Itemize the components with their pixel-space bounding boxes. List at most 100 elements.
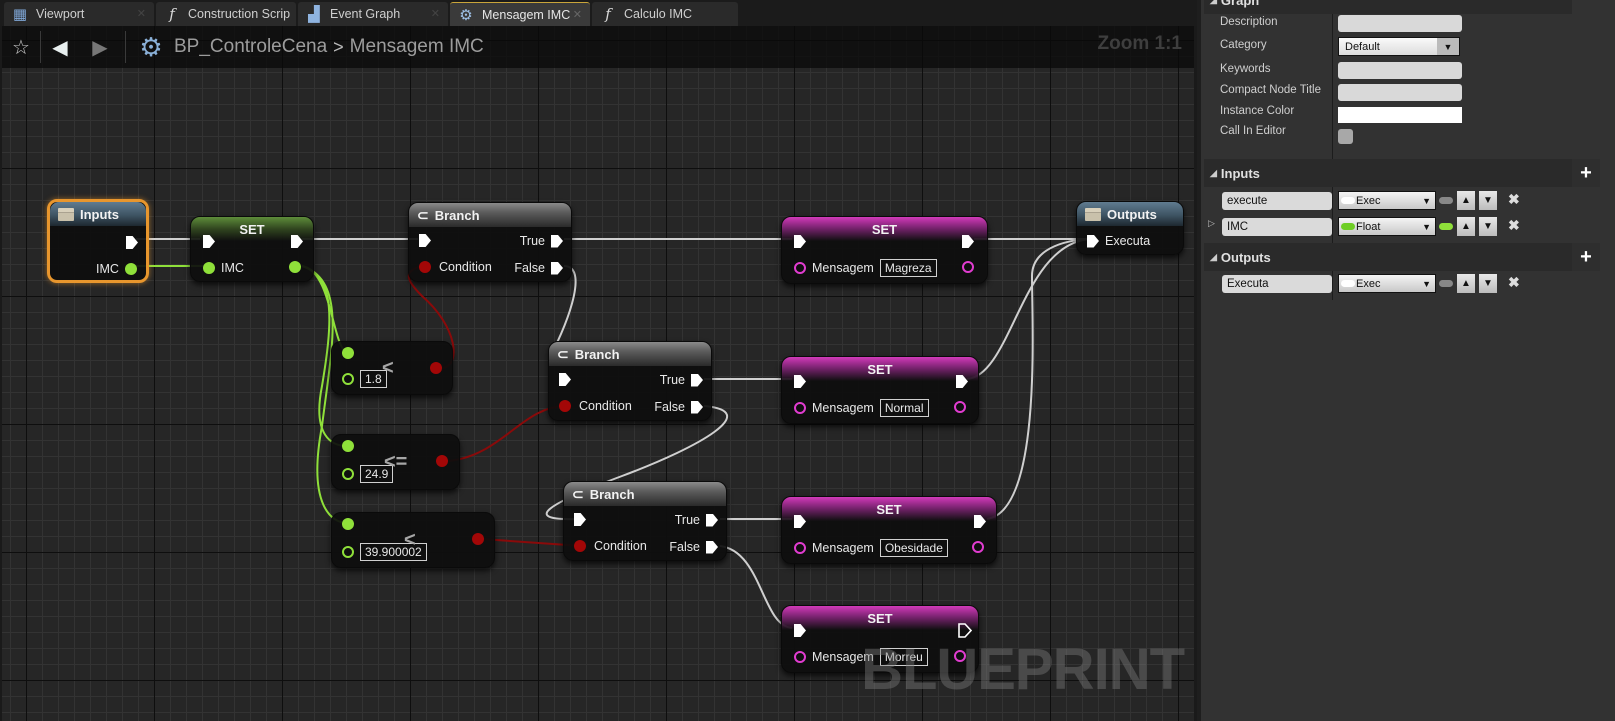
less-equal-node[interactable]: 24.9 <= xyxy=(331,434,460,490)
imc-in-pin[interactable]: IMC xyxy=(203,261,244,275)
back-arrow-icon[interactable]: ◀ xyxy=(45,32,75,62)
keywords-input[interactable] xyxy=(1338,62,1462,79)
condition-pin[interactable]: Condition xyxy=(559,399,632,413)
value-field[interactable]: Magreza xyxy=(879,259,937,277)
false-pin[interactable]: False xyxy=(514,261,563,275)
branch-node-1[interactable]: ⊂ Branch Condition True False xyxy=(408,202,572,282)
compact-node-title-input[interactable] xyxy=(1338,84,1462,101)
category-dropdown[interactable]: Default ▼ xyxy=(1338,37,1460,56)
result-pin[interactable] xyxy=(472,533,484,545)
description-input[interactable] xyxy=(1338,15,1462,32)
call-in-editor-checkbox[interactable] xyxy=(1338,129,1353,144)
result-pin[interactable] xyxy=(436,455,448,467)
mensagem-in-pin[interactable]: Mensagem Magreza xyxy=(794,259,937,277)
inputs-section-header[interactable]: ◢ Inputs xyxy=(1204,159,1572,187)
close-icon[interactable]: ✕ xyxy=(137,7,146,20)
graph-canvas[interactable]: ☆ ◀ ▶ ⚙ BP_ControleCena > Mensagem IMC Z… xyxy=(2,26,1194,721)
exec-out-pin[interactable] xyxy=(962,235,974,248)
close-icon[interactable]: ✕ xyxy=(431,7,440,20)
b-in-pin[interactable]: 1.8 xyxy=(342,370,387,388)
branch-node-2[interactable]: ⊂ Branch Condition True False xyxy=(548,341,712,421)
instance-color-swatch[interactable] xyxy=(1338,107,1462,123)
mensagem-in-pin[interactable]: Mensagem Normal xyxy=(794,399,929,417)
remove-input-button[interactable]: ✖ xyxy=(1508,217,1520,234)
false-pin[interactable]: False xyxy=(654,400,703,414)
set-mensagem-morreu-node[interactable]: SET Mensagem Morreu xyxy=(781,605,979,673)
value-field[interactable]: 39.900002 xyxy=(360,543,427,561)
mensagem-out-pin[interactable] xyxy=(972,541,984,553)
move-down-button[interactable]: ▼ xyxy=(1479,217,1497,236)
input-type-dropdown[interactable]: Float ▼ xyxy=(1338,217,1436,236)
outputs-section-header[interactable]: ◢ Outputs xyxy=(1204,243,1572,271)
exec-in-pin[interactable] xyxy=(794,624,806,637)
exec-out-pin[interactable] xyxy=(958,623,972,638)
exec-in-pin[interactable] xyxy=(574,513,586,526)
outputs-node[interactable]: Outputs Executa xyxy=(1076,201,1184,255)
add-output-button[interactable]: + xyxy=(1572,243,1600,271)
move-up-button[interactable]: ▲ xyxy=(1457,217,1475,236)
expand-triangle-icon[interactable]: ▷ xyxy=(1208,218,1215,229)
set-mensagem-normal-node[interactable]: SET Mensagem Normal xyxy=(781,356,979,424)
favorite-star-icon[interactable]: ☆ xyxy=(6,32,36,62)
remove-input-button[interactable]: ✖ xyxy=(1508,191,1520,208)
move-down-button[interactable]: ▼ xyxy=(1479,274,1497,293)
mensagem-out-pin[interactable] xyxy=(962,261,974,273)
input-name-field[interactable]: IMC xyxy=(1222,218,1332,236)
exec-in-pin[interactable] xyxy=(794,375,806,388)
false-pin[interactable]: False xyxy=(669,540,718,554)
true-pin[interactable]: True xyxy=(675,513,718,527)
condition-pin[interactable]: Condition xyxy=(574,539,647,553)
a-in-pin[interactable] xyxy=(342,518,354,530)
exec-in-pin[interactable] xyxy=(419,234,431,247)
graph-section-header[interactable]: ◢ Graph xyxy=(1204,0,1572,14)
breadcrumb-blueprint[interactable]: BP_ControleCena xyxy=(174,36,327,58)
exec-out-pin[interactable] xyxy=(974,515,986,528)
mensagem-out-pin[interactable] xyxy=(954,401,966,413)
remove-output-button[interactable]: ✖ xyxy=(1508,274,1520,291)
exec-in-pin[interactable] xyxy=(559,373,571,386)
tab-calculo-imc[interactable]: f Calculo IMC xyxy=(592,2,738,26)
condition-pin[interactable]: Condition xyxy=(419,260,492,274)
imc-out-pin[interactable]: IMC xyxy=(96,262,137,276)
exec-out-pin[interactable] xyxy=(956,375,968,388)
tab-construction-script[interactable]: f Construction Scrip xyxy=(156,2,296,26)
set-mensagem-magreza-node[interactable]: SET Mensagem Magreza xyxy=(781,216,988,284)
tab-event-graph[interactable]: ▟ Event Graph ✕ xyxy=(298,2,448,26)
value-field[interactable]: Obesidade xyxy=(879,539,948,557)
set-imc-node[interactable]: SET IMC xyxy=(190,216,314,282)
exec-in-pin[interactable] xyxy=(794,235,806,248)
imc-out-pin[interactable] xyxy=(289,261,301,273)
exec-in-pin[interactable] xyxy=(203,235,215,248)
input-type-dropdown[interactable]: Exec ▼ xyxy=(1338,191,1436,210)
output-type-dropdown[interactable]: Exec ▼ xyxy=(1338,274,1436,293)
mensagem-out-pin[interactable] xyxy=(954,650,966,662)
executa-in-pin[interactable]: Executa xyxy=(1087,234,1150,248)
value-field[interactable]: Morreu xyxy=(879,648,928,666)
set-mensagem-obesidade-node[interactable]: SET Mensagem Obesidade xyxy=(781,496,997,564)
less-than-node[interactable]: 39.900002 < xyxy=(331,512,495,568)
move-down-button[interactable]: ▼ xyxy=(1479,191,1497,210)
exec-out-pin[interactable] xyxy=(126,236,138,249)
true-pin[interactable]: True xyxy=(660,373,703,387)
move-up-button[interactable]: ▲ xyxy=(1457,274,1475,293)
breadcrumb-graph[interactable]: Mensagem IMC xyxy=(350,36,484,58)
exec-in-pin[interactable] xyxy=(794,515,806,528)
value-field[interactable]: Normal xyxy=(879,399,929,417)
tab-mensagem-imc[interactable]: ⚙ Mensagem IMC ✕ xyxy=(450,2,590,26)
less-than-node[interactable]: 1.8 < xyxy=(331,341,453,395)
a-in-pin[interactable] xyxy=(342,440,354,452)
result-pin[interactable] xyxy=(430,362,442,374)
inputs-node[interactable]: Inputs IMC xyxy=(47,199,149,283)
move-up-button[interactable]: ▲ xyxy=(1457,191,1475,210)
mensagem-in-pin[interactable]: Mensagem Obesidade xyxy=(794,539,948,557)
tab-viewport[interactable]: ▦ Viewport ✕ xyxy=(4,2,154,26)
branch-node-3[interactable]: ⊂ Branch Condition True False xyxy=(563,481,727,561)
forward-arrow-icon[interactable]: ▶ xyxy=(85,32,115,62)
add-input-button[interactable]: + xyxy=(1572,159,1600,187)
mensagem-in-pin[interactable]: Mensagem Morreu xyxy=(794,648,928,666)
exec-out-pin[interactable] xyxy=(291,235,303,248)
close-icon[interactable]: ✕ xyxy=(573,8,582,21)
output-name-field[interactable]: Executa xyxy=(1222,275,1332,293)
a-in-pin[interactable] xyxy=(342,347,354,359)
true-pin[interactable]: True xyxy=(520,234,563,248)
